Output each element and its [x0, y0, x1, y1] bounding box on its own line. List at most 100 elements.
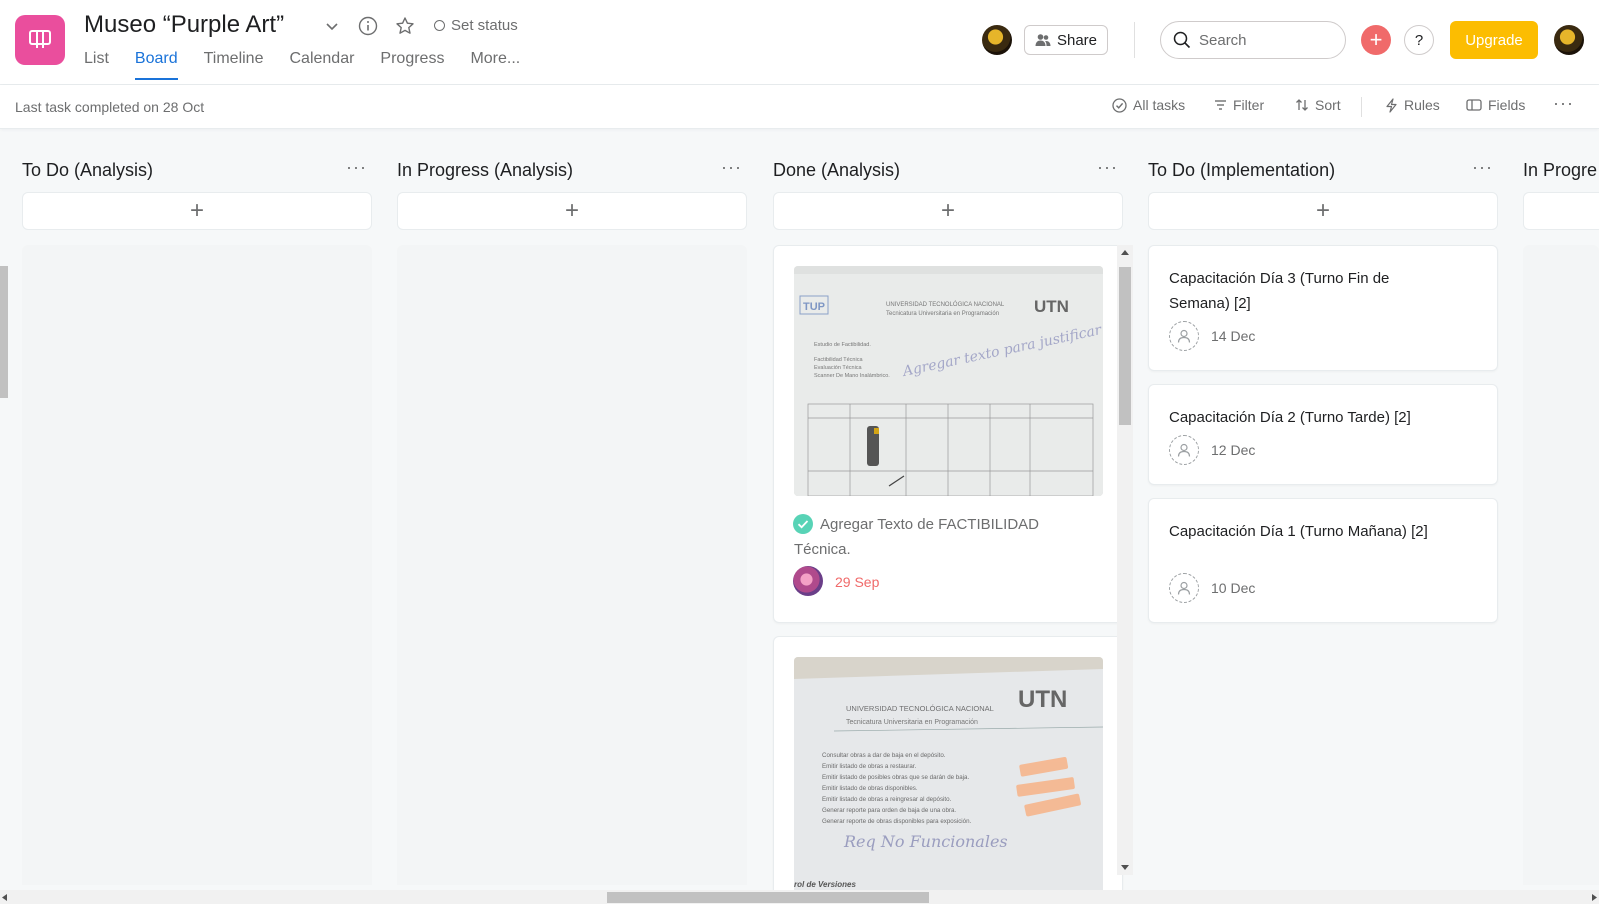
board-horizontal-scrollbar[interactable]	[0, 890, 1599, 904]
tab-list[interactable]: List	[84, 50, 109, 80]
doc2-item: Emitir listado de obras a reingresar al …	[822, 796, 952, 803]
task-due-date[interactable]: 14 Dec	[1211, 328, 1255, 344]
task-card[interactable]: TUP UNIVERSIDAD TECNOLÓGICA NACIONAL Tec…	[773, 245, 1123, 623]
doc2-item: Generar reporte de obras disponibles par…	[822, 818, 972, 825]
doc1-line: Evaluación Técnica	[814, 365, 863, 371]
scroll-up-arrow-icon[interactable]	[1120, 248, 1130, 256]
doc2-item: Emitir listado de obras disponibles.	[822, 785, 918, 792]
share-label: Share	[1056, 31, 1098, 49]
column-more-icon[interactable]: ···	[346, 157, 367, 178]
left-scrollbar-thumb[interactable]	[0, 266, 8, 398]
add-task-button[interactable]: +	[397, 192, 747, 230]
toolbar: Last task completed on 28 Oct All tasks …	[0, 85, 1599, 129]
chevron-down-icon[interactable]	[320, 14, 344, 38]
task-title[interactable]: Capacitación Día 3 (Turno Fin de Semana)…	[1169, 266, 1419, 316]
scroll-right-arrow-icon[interactable]	[1590, 893, 1598, 902]
task-due-date[interactable]: 29 Sep	[835, 574, 879, 590]
column-more-icon[interactable]: ···	[1472, 157, 1493, 178]
doc1-line: Estudio de Factibilidad.	[814, 342, 871, 348]
check-circle-icon	[1112, 97, 1127, 113]
column-title[interactable]: To Do (Analysis)	[22, 160, 153, 181]
tab-timeline[interactable]: Timeline	[204, 50, 264, 80]
search-input[interactable]	[1199, 31, 1329, 49]
scroll-left-arrow-icon[interactable]	[1, 893, 9, 902]
doc1-line: Factibilidad Técnica	[814, 357, 863, 363]
doc1-tup: TUP	[803, 301, 825, 313]
last-task-completed: Last task completed on 28 Oct	[15, 99, 205, 115]
add-task-button[interactable]	[1523, 192, 1599, 230]
sort-label: Sort	[1315, 97, 1341, 113]
unassigned-avatar-icon[interactable]	[1169, 435, 1199, 465]
task-title[interactable]: Agregar Texto de FACTIBILIDAD Técnica.	[794, 512, 1094, 562]
column-more-icon[interactable]: ···	[1097, 157, 1118, 178]
unassigned-avatar-icon[interactable]	[1169, 573, 1199, 603]
task-card[interactable]: Capacitación Día 3 (Turno Fin de Semana)…	[1148, 245, 1498, 371]
column-title[interactable]: To Do (Implementation)	[1148, 160, 1335, 181]
column-drop-area	[1523, 245, 1599, 885]
add-task-button[interactable]: +	[22, 192, 372, 230]
quick-add-button[interactable]: +	[1361, 25, 1391, 55]
view-tabs: List Board Timeline Calendar Progress Mo…	[84, 50, 546, 80]
fields-button[interactable]: Fields	[1466, 97, 1525, 113]
lightning-icon	[1386, 97, 1397, 113]
sort-icon	[1296, 99, 1308, 111]
status-circle-icon	[434, 20, 445, 31]
toolbar-divider	[1361, 97, 1362, 117]
scroll-down-arrow-icon[interactable]	[1120, 864, 1130, 872]
all-tasks-button[interactable]: All tasks	[1112, 97, 1185, 113]
header-divider	[1134, 22, 1135, 58]
fields-icon	[1466, 99, 1482, 111]
task-due-date[interactable]: 10 Dec	[1211, 580, 1255, 596]
task-title[interactable]: Capacitación Día 2 (Turno Tarde) [2]	[1169, 405, 1469, 430]
fields-label: Fields	[1488, 97, 1526, 113]
horizontal-scrollbar-thumb[interactable]	[607, 892, 929, 903]
add-task-button[interactable]: +	[773, 192, 1123, 230]
unassigned-avatar-icon[interactable]	[1169, 321, 1199, 351]
more-options-icon[interactable]: ···	[1553, 93, 1574, 114]
board: To Do (Analysis) ··· + In Progress (Anal…	[0, 130, 1599, 890]
sort-button[interactable]: Sort	[1295, 97, 1341, 113]
upgrade-button[interactable]: Upgrade	[1450, 21, 1538, 59]
task-card[interactable]: Capacitación Día 2 (Turno Tarde) [2] 12 …	[1148, 384, 1498, 485]
people-icon	[1035, 34, 1051, 46]
doc2-item: Emitir listado de obras a restaurar.	[822, 763, 917, 770]
column-scrollbar-thumb[interactable]	[1119, 267, 1131, 425]
column-drop-area	[22, 245, 372, 885]
doc2-item: Emitir listado de posibles obras que se …	[822, 774, 969, 781]
doc2-footer: rol de Versiones	[794, 880, 857, 889]
add-task-button[interactable]: +	[1148, 192, 1498, 230]
rules-button[interactable]: Rules	[1385, 97, 1440, 113]
doc2-logo: UTN	[1018, 686, 1067, 713]
task-title[interactable]: Capacitación Día 1 (Turno Mañana) [2]	[1169, 519, 1429, 544]
column-more-icon[interactable]: ···	[721, 157, 742, 178]
task-card[interactable]: Capacitación Día 1 (Turno Mañana) [2] 10…	[1148, 498, 1498, 623]
doc1-logo: UTN	[1034, 297, 1069, 316]
project-title[interactable]: Museo “Purple Art”	[84, 11, 284, 39]
tab-calendar[interactable]: Calendar	[289, 50, 354, 80]
column-scrollbar[interactable]	[1117, 245, 1133, 875]
star-icon[interactable]	[393, 14, 417, 38]
top-bar: Museo “Purple Art” Set status List Board…	[0, 0, 1599, 85]
info-icon[interactable]	[356, 14, 380, 38]
member-avatar[interactable]	[982, 25, 1012, 55]
help-button[interactable]: ?	[1404, 25, 1434, 55]
doc2-handwriting: Req No Funcionales	[843, 832, 1008, 851]
column-title[interactable]: In Progre	[1523, 160, 1597, 181]
column-title[interactable]: Done (Analysis)	[773, 160, 900, 181]
column-title[interactable]: In Progress (Analysis)	[397, 160, 573, 181]
search-box[interactable]	[1160, 21, 1346, 59]
tab-progress[interactable]: Progress	[380, 50, 444, 80]
doc1-header: UNIVERSIDAD TECNOLÓGICA NACIONAL	[886, 301, 1005, 308]
filter-button[interactable]: Filter	[1214, 97, 1264, 113]
share-button[interactable]: Share	[1024, 25, 1108, 55]
task-assignee-avatar[interactable]	[793, 566, 823, 596]
project-board-icon[interactable]	[15, 15, 65, 65]
doc2-item: Consultar obras a dar de baja en el depó…	[822, 752, 946, 759]
all-tasks-label: All tasks	[1133, 97, 1186, 113]
user-avatar[interactable]	[1554, 25, 1584, 55]
task-due-date[interactable]: 12 Dec	[1211, 442, 1255, 458]
tab-more[interactable]: More...	[470, 50, 520, 80]
set-status-button[interactable]: Set status	[434, 17, 518, 34]
task-card[interactable]: UNIVERSIDAD TECNOLÓGICA NACIONAL Tecnica…	[773, 636, 1123, 890]
tab-board[interactable]: Board	[134, 50, 178, 80]
